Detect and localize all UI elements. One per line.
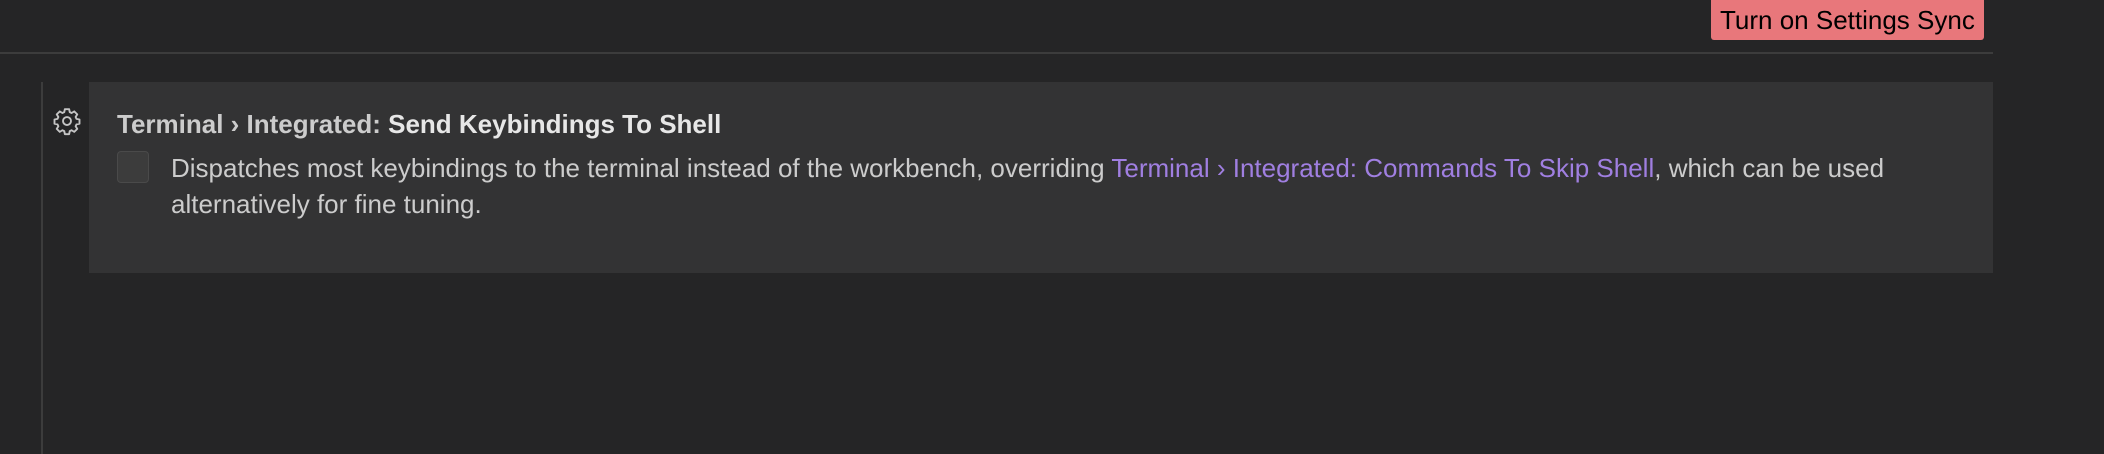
settings-list-rail	[41, 82, 43, 454]
description-text-before: Dispatches most keybindings to the termi…	[171, 153, 1112, 183]
send-keybindings-to-shell-checkbox[interactable]	[117, 151, 149, 183]
turn-on-settings-sync-button[interactable]: Turn on Settings Sync	[1711, 0, 1984, 40]
gear-icon[interactable]	[52, 106, 82, 136]
header-divider	[0, 52, 1993, 54]
commands-to-skip-shell-link[interactable]: Terminal › Integrated: Commands To Skip …	[1111, 153, 1654, 183]
settings-header: Turn on Settings Sync	[0, 0, 1993, 52]
setting-title: Terminal › Integrated: Send Keybindings …	[117, 108, 721, 140]
setting-label: Send Keybindings To Shell	[388, 109, 722, 139]
setting-category: Terminal › Integrated:	[117, 109, 389, 139]
setting-description: Dispatches most keybindings to the termi…	[171, 150, 1961, 222]
